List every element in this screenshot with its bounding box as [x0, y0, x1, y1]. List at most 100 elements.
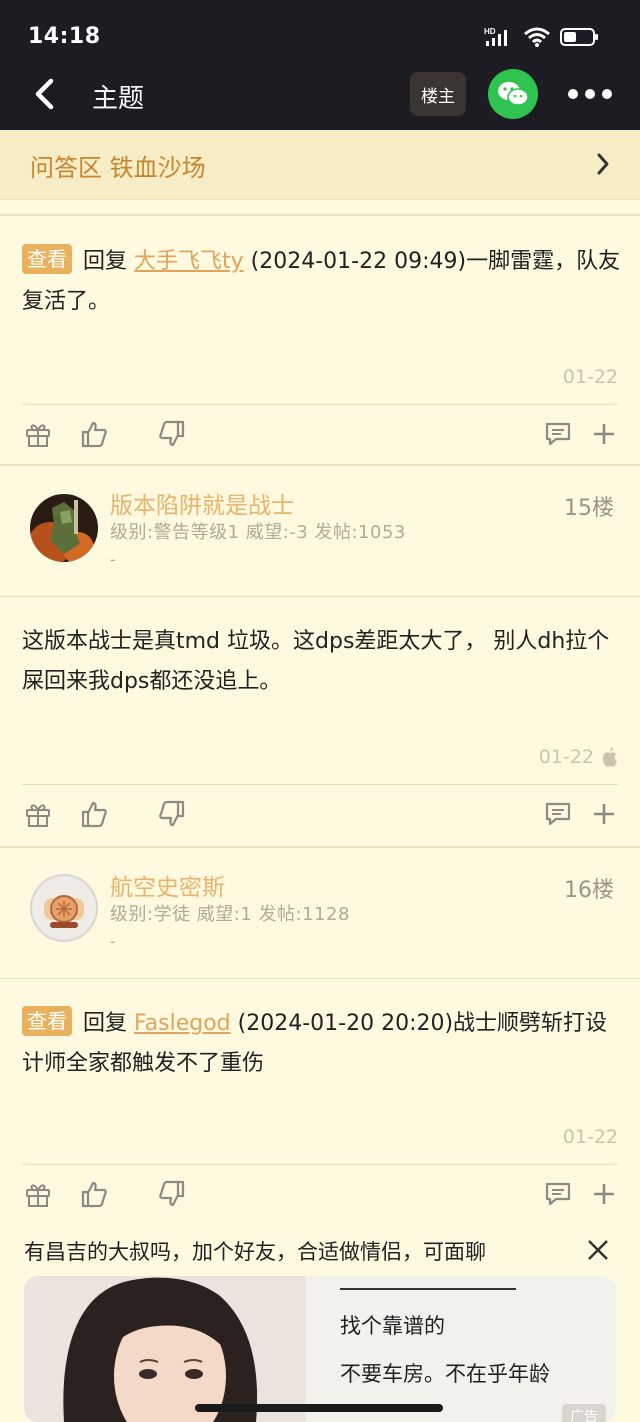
more-dot-icon — [585, 89, 595, 99]
gift-button[interactable] — [22, 798, 54, 830]
user-meta: 级别:警告等级1 威望:-3 发帖:1053 — [110, 522, 406, 543]
post-actions — [0, 1178, 640, 1218]
comment-button[interactable] — [542, 418, 574, 450]
dislike-button[interactable] — [156, 418, 188, 450]
reply-prefix: 回复 — [83, 1011, 128, 1036]
thumbs-up-icon — [81, 1181, 107, 1208]
comment-button[interactable] — [542, 798, 574, 830]
post-date-text: 01-22 — [562, 366, 618, 388]
apple-icon — [602, 747, 617, 767]
more-dot-icon — [602, 89, 612, 99]
gift-button[interactable] — [22, 418, 54, 450]
status-bar: 14:18 HD — [0, 0, 640, 72]
post-divider — [0, 846, 640, 848]
floor-number: 15楼 — [564, 496, 614, 521]
avatar[interactable] — [30, 874, 98, 942]
more-menu-button[interactable] — [560, 76, 620, 112]
ad-divider — [340, 1288, 516, 1290]
like-button[interactable] — [78, 418, 110, 450]
post-actions — [0, 418, 640, 458]
gift-icon — [26, 424, 50, 447]
ad-headline: 有昌吉的大叔吗，加个好友，合适做情侣，可面聊 — [24, 1240, 486, 1264]
ad-line-2: 不要车房。不在乎年龄 — [340, 1362, 550, 1386]
username[interactable]: 版本陷阱就是战士 — [110, 486, 294, 520]
status-time: 14:18 — [28, 24, 101, 49]
back-button[interactable] — [24, 74, 64, 114]
ad-badge: 广告 — [562, 1404, 606, 1422]
gift-button[interactable] — [22, 1178, 54, 1210]
plus-icon — [594, 424, 614, 444]
forum-breadcrumb[interactable]: 问答区 铁血沙场 — [0, 130, 640, 200]
thumbs-down-icon — [159, 1180, 185, 1207]
home-indicator[interactable] — [195, 1404, 443, 1412]
header-divider — [0, 978, 640, 979]
comment-icon — [545, 802, 571, 826]
header-divider — [0, 596, 640, 597]
post-16: 航空史密斯 级别:学徒 威望:1 发帖:1128 - 16楼 查看 回复 Fas… — [0, 846, 640, 1224]
gift-icon — [26, 1184, 50, 1207]
ad-photo — [24, 1276, 306, 1422]
comment-icon — [545, 1182, 571, 1206]
ad-banner[interactable]: 有昌吉的大叔吗，加个好友，合适做情侣，可面聊 找个靠谱的 不要车房。不在乎年龄 … — [0, 1224, 640, 1422]
post-date-text: 01-22 — [538, 746, 594, 768]
reply-prefix: 回复 — [83, 249, 128, 274]
post-date: 01-22 — [563, 366, 618, 388]
ad-card[interactable]: 找个靠谱的 不要车房。不在乎年龄 广告 — [24, 1276, 616, 1422]
top-bar: 14:18 HD 主题 楼主 — [0, 0, 640, 130]
post-14: 查看 回复 大手飞飞ty (2024-01-22 09:49)一脚雷霆，队友复活… — [0, 214, 640, 464]
post-divider — [0, 464, 640, 466]
wifi-icon — [524, 27, 550, 51]
post-date: 01-22 — [563, 1126, 618, 1148]
reply-user-link[interactable]: 大手飞飞ty — [134, 249, 244, 274]
add-button[interactable] — [588, 418, 620, 450]
gift-icon — [26, 804, 50, 827]
post-date: 01-22 — [539, 746, 618, 768]
action-divider — [22, 1164, 618, 1165]
add-button[interactable] — [588, 798, 620, 830]
thumbs-up-icon — [81, 801, 107, 828]
comment-icon — [545, 422, 571, 446]
wechat-share-button[interactable] — [488, 69, 538, 119]
post-15: 版本陷阱就是战士 级别:警告等级1 威望:-3 发帖:1053 - 15楼 这版… — [0, 464, 640, 846]
reply-user-link[interactable]: Faslegod — [134, 1011, 231, 1036]
like-button[interactable] — [78, 1178, 110, 1210]
dislike-button[interactable] — [156, 798, 188, 830]
action-divider — [22, 404, 618, 405]
thumbs-up-icon — [81, 421, 107, 448]
ad-line-1: 找个靠谱的 — [340, 1314, 445, 1338]
ad-close-button[interactable] — [584, 1236, 612, 1264]
page-title: 主题 — [92, 84, 145, 114]
view-tag-button[interactable]: 查看 — [22, 244, 72, 274]
svg-text:HD: HD — [484, 27, 496, 36]
user-meta: 级别:学徒 威望:1 发帖:1128 — [110, 904, 350, 925]
chevron-right-icon — [596, 152, 610, 180]
username[interactable]: 航空史密斯 — [110, 868, 225, 902]
thumbs-down-icon — [159, 420, 185, 447]
plus-icon — [594, 1184, 614, 1204]
user-signature: - — [110, 932, 116, 951]
wechat-icon — [498, 82, 529, 106]
post-content: 查看 回复 大手飞飞ty (2024-01-22 09:49)一脚雷霆，队友复活… — [22, 242, 622, 322]
avatar[interactable] — [30, 494, 98, 562]
owner-only-button[interactable]: 楼主 — [410, 72, 466, 116]
post-content: 这版本战士是真tmd 垃圾。这dps差距太大了， 别人dh拉个屎回来我dps都还… — [22, 629, 610, 694]
add-button[interactable] — [588, 1178, 620, 1210]
battery-icon — [560, 27, 600, 51]
view-tag-button[interactable]: 查看 — [22, 1006, 72, 1036]
post-date-text: 01-22 — [562, 1126, 618, 1148]
dislike-button[interactable] — [156, 1178, 188, 1210]
post-divider — [0, 214, 640, 216]
cellular-signal-icon: HD — [484, 26, 514, 52]
nav-bar: 主题 楼主 — [0, 66, 640, 126]
action-divider — [22, 784, 618, 785]
post-actions — [0, 798, 640, 838]
close-icon — [588, 1240, 608, 1260]
floor-number: 16楼 — [564, 878, 614, 903]
like-button[interactable] — [78, 798, 110, 830]
more-dot-icon — [568, 89, 578, 99]
forum-name: 问答区 铁血沙场 — [30, 154, 206, 182]
plus-icon — [594, 804, 614, 824]
comment-button[interactable] — [542, 1178, 574, 1210]
chevron-left-icon — [35, 78, 54, 110]
user-signature: - — [110, 550, 116, 569]
